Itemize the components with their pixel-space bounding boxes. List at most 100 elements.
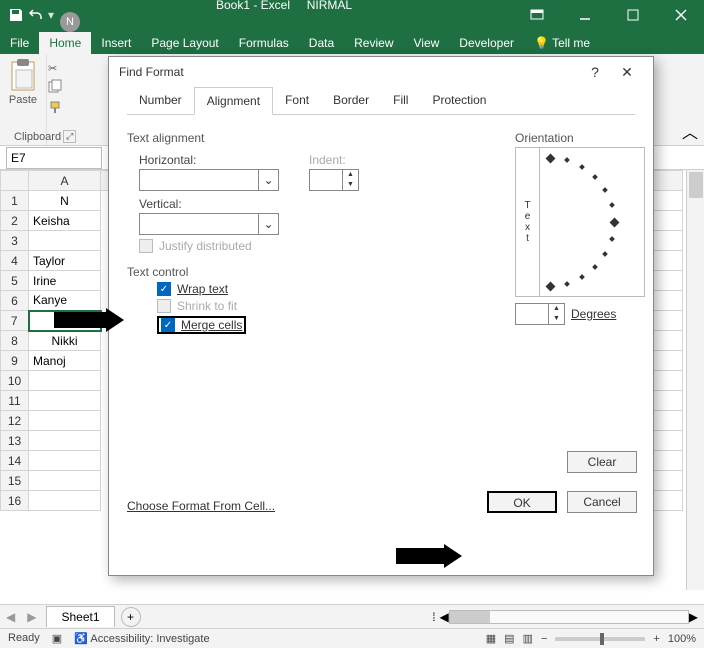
ribbon-display-icon[interactable] bbox=[514, 0, 560, 30]
tab-page-layout[interactable]: Page Layout bbox=[141, 32, 228, 54]
tab-file[interactable]: File bbox=[0, 32, 39, 54]
minimize-button[interactable] bbox=[562, 0, 608, 30]
row-header[interactable]: 1 bbox=[1, 191, 29, 211]
row-header[interactable]: 15 bbox=[1, 471, 29, 491]
col-header-a[interactable]: A bbox=[29, 171, 101, 191]
row-header[interactable]: 4 bbox=[1, 251, 29, 271]
row-header[interactable]: 7 bbox=[1, 311, 29, 331]
cell[interactable] bbox=[29, 411, 101, 431]
row-header[interactable]: 14 bbox=[1, 451, 29, 471]
tab-data[interactable]: Data bbox=[299, 32, 344, 54]
paste-label: Paste bbox=[9, 94, 37, 106]
scroll-right-icon[interactable]: ▶ bbox=[689, 610, 698, 624]
merge-cells-checkbox[interactable]: ✓ bbox=[161, 318, 175, 332]
name-box[interactable] bbox=[6, 147, 102, 169]
vertical-combo[interactable]: ⌄ bbox=[139, 213, 279, 235]
cell[interactable]: Irine bbox=[29, 271, 101, 291]
clipboard-group-label: Clipboard bbox=[14, 131, 61, 143]
select-all[interactable] bbox=[1, 171, 29, 191]
format-painter-icon[interactable] bbox=[48, 100, 62, 117]
tab-insert[interactable]: Insert bbox=[91, 32, 141, 54]
zoom-in-button[interactable]: + bbox=[653, 633, 659, 645]
sheet-nav-next-icon[interactable]: ▶ bbox=[21, 610, 42, 624]
cell[interactable] bbox=[29, 431, 101, 451]
cell[interactable] bbox=[29, 491, 101, 511]
collapse-ribbon-icon[interactable]: ︿ bbox=[682, 119, 698, 143]
choose-format-link[interactable]: Choose Format From Cell... bbox=[127, 499, 275, 513]
row-header[interactable]: 8 bbox=[1, 331, 29, 351]
tab-view[interactable]: View bbox=[404, 32, 450, 54]
row-header[interactable]: 16 bbox=[1, 491, 29, 511]
orientation-control[interactable]: Text bbox=[515, 147, 645, 297]
cell[interactable] bbox=[29, 451, 101, 471]
degrees-spinner[interactable]: ▲▼ bbox=[515, 303, 565, 325]
zoom-level[interactable]: 100% bbox=[668, 633, 696, 645]
tab-developer[interactable]: Developer bbox=[449, 32, 524, 54]
cancel-button[interactable]: Cancel bbox=[567, 491, 637, 513]
merge-cells-label: Merge cells bbox=[181, 318, 242, 332]
tab-formulas[interactable]: Formulas bbox=[229, 32, 299, 54]
zoom-out-button[interactable]: − bbox=[541, 633, 547, 645]
accessibility-status[interactable]: ♿ Accessibility: Investigate bbox=[74, 632, 209, 645]
ok-button[interactable]: OK bbox=[487, 491, 557, 513]
cell[interactable] bbox=[29, 471, 101, 491]
sheet-nav-prev-icon[interactable]: ◀ bbox=[0, 610, 21, 624]
cut-icon[interactable]: ✂ bbox=[48, 62, 62, 75]
clear-button[interactable]: Clear bbox=[567, 451, 637, 473]
horizontal-scrollbar[interactable] bbox=[449, 610, 689, 624]
cell[interactable] bbox=[29, 231, 101, 251]
dialog-tab-border[interactable]: Border bbox=[321, 87, 381, 114]
dialog-tab-fill[interactable]: Fill bbox=[381, 87, 420, 114]
row-header[interactable]: 2 bbox=[1, 211, 29, 231]
add-sheet-button[interactable]: + bbox=[121, 607, 141, 627]
dialog-close-button[interactable]: ✕ bbox=[611, 64, 643, 81]
orientation-group: Orientation bbox=[515, 131, 645, 145]
tab-tell-me[interactable]: 💡 Tell me bbox=[524, 32, 600, 54]
dialog-tab-number[interactable]: Number bbox=[127, 87, 194, 114]
row-header[interactable]: 3 bbox=[1, 231, 29, 251]
paste-button[interactable]: Paste bbox=[8, 58, 38, 106]
close-button[interactable] bbox=[658, 0, 704, 30]
row-header[interactable]: 11 bbox=[1, 391, 29, 411]
row-header[interactable]: 13 bbox=[1, 431, 29, 451]
cell[interactable] bbox=[29, 311, 101, 331]
cell[interactable]: Taylor bbox=[29, 251, 101, 271]
view-normal-icon[interactable]: ▦ bbox=[486, 632, 496, 645]
horizontal-label: Horizontal: bbox=[139, 153, 279, 167]
cell[interactable] bbox=[29, 391, 101, 411]
dialog-tab-alignment[interactable]: Alignment bbox=[194, 87, 273, 115]
cell[interactable]: Keisha bbox=[29, 211, 101, 231]
copy-icon[interactable] bbox=[48, 79, 62, 96]
view-page-break-icon[interactable]: ▥ bbox=[523, 632, 533, 645]
vertical-scrollbar[interactable] bbox=[686, 170, 704, 590]
cell[interactable]: Kanye bbox=[29, 291, 101, 311]
sheet-tab-bar: ◀ ▶ Sheet1 + ⁞ ◀ ▶ bbox=[0, 604, 704, 628]
undo-icon[interactable] bbox=[28, 7, 44, 23]
macro-record-icon[interactable]: ▣ bbox=[52, 632, 62, 645]
cell[interactable] bbox=[29, 371, 101, 391]
cell[interactable]: Nikki bbox=[29, 331, 101, 351]
row-header[interactable]: 5 bbox=[1, 271, 29, 291]
dialog-tab-font[interactable]: Font bbox=[273, 87, 321, 114]
dialog-tab-protection[interactable]: Protection bbox=[420, 87, 498, 114]
scroll-left-icon[interactable]: ◀ bbox=[440, 610, 449, 624]
indent-spinner[interactable]: ▲▼ bbox=[309, 169, 359, 191]
row-header[interactable]: 12 bbox=[1, 411, 29, 431]
cell[interactable]: N bbox=[29, 191, 101, 211]
view-page-layout-icon[interactable]: ▤ bbox=[504, 632, 514, 645]
wrap-text-checkbox[interactable]: ✓ bbox=[157, 282, 171, 296]
sheet-tab[interactable]: Sheet1 bbox=[46, 606, 114, 627]
dialog-launcher-icon[interactable]: ⤢ bbox=[63, 130, 76, 143]
horizontal-combo[interactable]: ⌄ bbox=[139, 169, 279, 191]
save-icon[interactable] bbox=[8, 7, 24, 23]
zoom-slider[interactable] bbox=[555, 637, 645, 641]
avatar[interactable]: N bbox=[60, 12, 80, 32]
cell[interactable]: Manoj bbox=[29, 351, 101, 371]
row-header[interactable]: 10 bbox=[1, 371, 29, 391]
help-button[interactable]: ? bbox=[579, 64, 611, 80]
tab-review[interactable]: Review bbox=[344, 32, 403, 54]
maximize-button[interactable] bbox=[610, 0, 656, 30]
row-header[interactable]: 6 bbox=[1, 291, 29, 311]
tab-home[interactable]: Home bbox=[39, 32, 91, 54]
row-header[interactable]: 9 bbox=[1, 351, 29, 371]
